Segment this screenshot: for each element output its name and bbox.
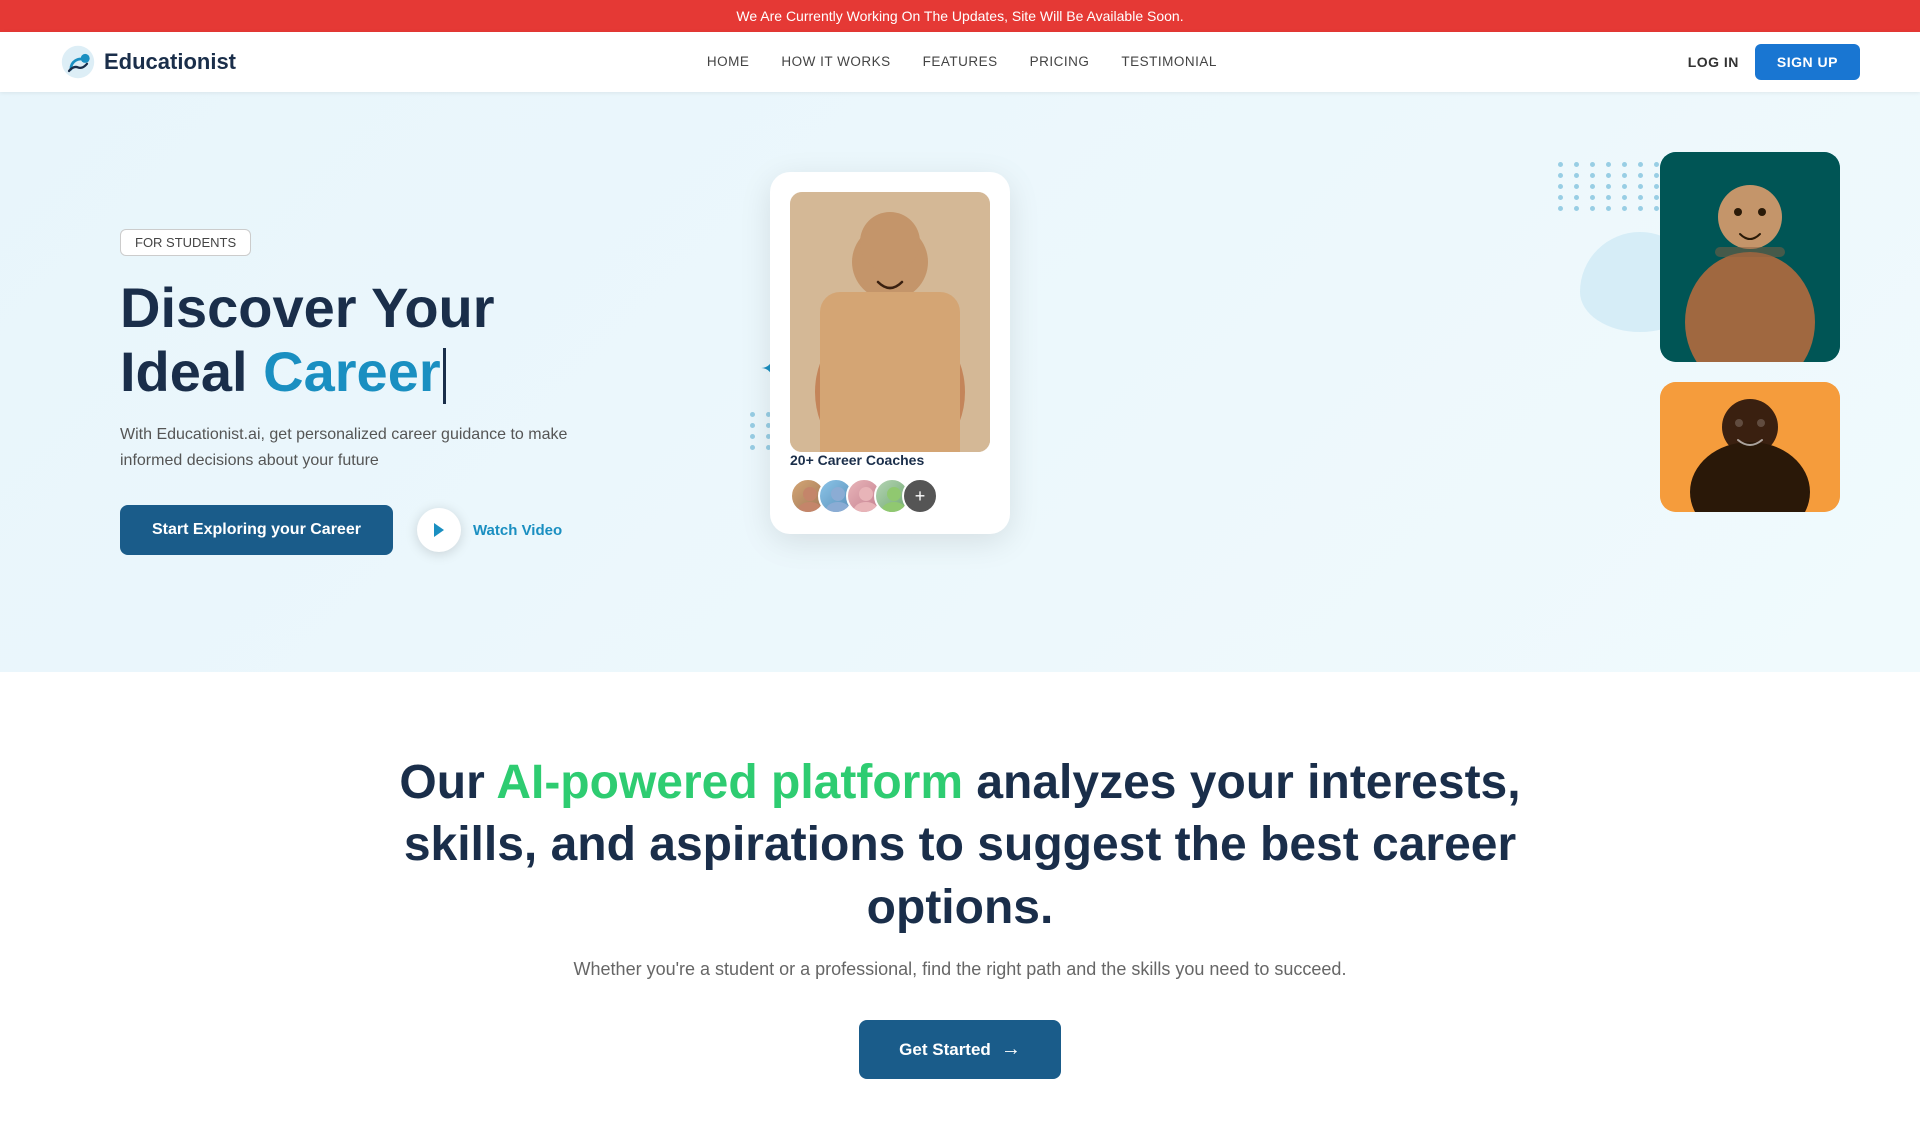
nav-home[interactable]: HOME (707, 54, 750, 69)
ai-title-prefix: Our (399, 756, 496, 809)
logo-text: Educationist (104, 49, 236, 75)
ai-title-highlight: AI-powered platform (496, 756, 963, 809)
hero-right: (function(){ var container = document.cu… (740, 152, 1840, 632)
coaches-more-icon: + (902, 478, 938, 514)
hero-person-bottom-right (1660, 382, 1840, 512)
hero-actions: Start Exploring your Career Watch Video (120, 505, 740, 555)
hero-description: With Educationist.ai, get personalized c… (120, 422, 600, 473)
arrow-right-icon: → (1001, 1038, 1021, 1061)
ai-section-title: Our AI-powered platform analyzes your in… (120, 752, 1800, 939)
login-button[interactable]: LOG IN (1688, 54, 1739, 70)
person-silhouette-main (790, 192, 990, 452)
hero-person-top-right (1660, 152, 1840, 362)
get-started-button[interactable]: Get Started → (859, 1020, 1061, 1079)
coaches-label: 20+ Career Coaches (790, 452, 990, 468)
logo[interactable]: Educationist (60, 44, 236, 80)
navbar: Educationist HOME HOW IT WORKS FEATURES … (0, 32, 1920, 92)
nav-features[interactable]: FEATURES (923, 54, 998, 69)
nav-testimonial[interactable]: TESTIMONIAL (1121, 54, 1217, 69)
logo-icon (60, 44, 96, 80)
ai-section-subtitle: Whether you're a student or a profession… (120, 959, 1800, 980)
ai-section: Our AI-powered platform analyzes your in… (0, 672, 1920, 1139)
for-students-badge: FOR STUDENTS (120, 229, 251, 256)
hero-person-main-image (790, 192, 990, 452)
nav-links: HOME HOW IT WORKS FEATURES PRICING TESTI… (707, 53, 1217, 71)
hero-title: Discover Your Ideal Career (120, 276, 740, 405)
hero-section: FOR STUDENTS Discover Your Ideal Career … (0, 92, 1920, 672)
banner-text: We Are Currently Working On The Updates,… (736, 8, 1183, 24)
watch-video-button[interactable]: Watch Video (417, 508, 562, 552)
nav-how-it-works[interactable]: HOW IT WORKS (781, 54, 890, 69)
signup-button[interactable]: SIGN UP (1755, 44, 1860, 80)
hero-left: FOR STUDENTS Discover Your Ideal Career … (120, 229, 740, 556)
top-banner: We Are Currently Working On The Updates,… (0, 0, 1920, 32)
coaches-avatars: + (790, 478, 990, 514)
nav-auth: LOG IN SIGN UP (1688, 44, 1860, 80)
nav-pricing[interactable]: PRICING (1030, 54, 1090, 69)
explore-career-button[interactable]: Start Exploring your Career (120, 505, 393, 555)
get-started-label: Get Started (899, 1040, 991, 1060)
hero-card: 20+ Career Coaches + (770, 172, 1010, 534)
play-icon (417, 508, 461, 552)
